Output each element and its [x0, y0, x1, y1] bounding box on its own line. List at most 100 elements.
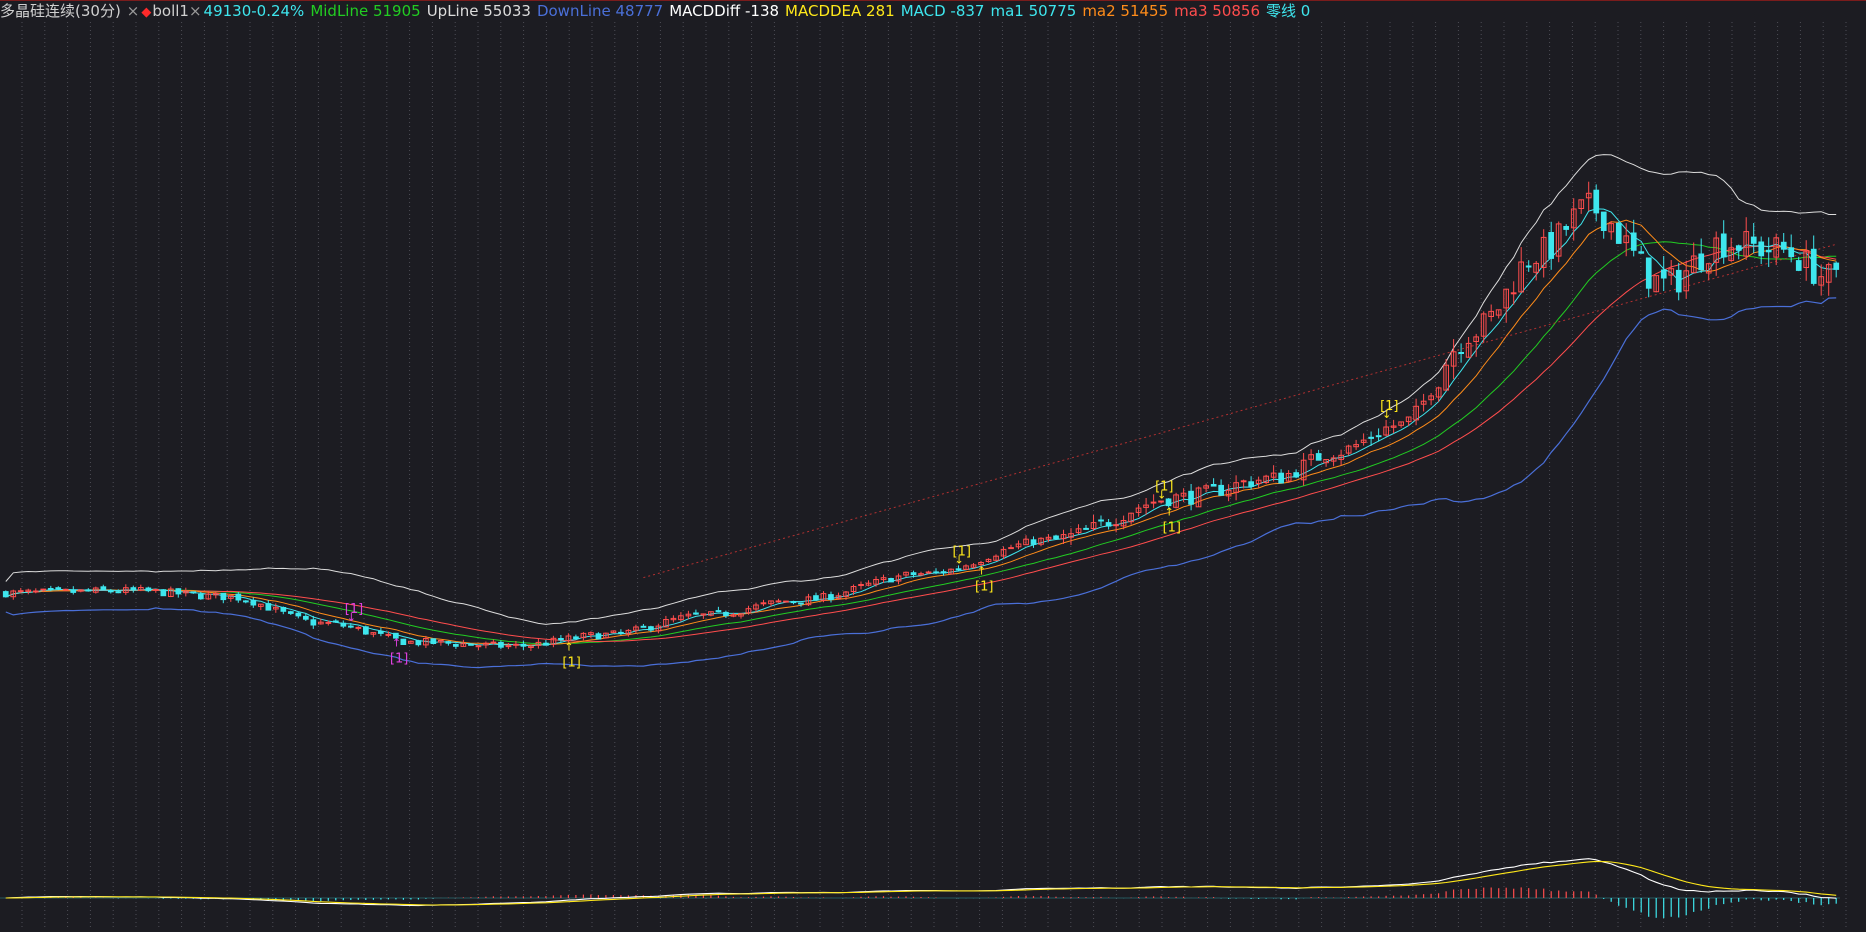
- price-chart[interactable]: [1]↓[1]↑[1]↑[1]↓[1]↑[1]↓[1]↑[1]↓: [0, 0, 1866, 932]
- candle-body: [325, 621, 332, 624]
- candle-body: [513, 643, 519, 646]
- candle-body: [303, 615, 309, 620]
- indicator-name[interactable]: boll1: [152, 2, 189, 20]
- candle-body: [1248, 481, 1255, 487]
- candle-body: [430, 638, 437, 644]
- candle-body: [1833, 262, 1840, 270]
- candle-body: [55, 587, 62, 590]
- candle-body: [243, 600, 249, 603]
- candle-body: [1675, 269, 1682, 293]
- candle-body: [1368, 436, 1375, 439]
- candle-body: [520, 643, 527, 647]
- candle-body: [355, 626, 362, 629]
- ma1-value: ma1 50775: [990, 2, 1077, 20]
- bollinger-upper-line: [5, 154, 1837, 625]
- candle-body: [1563, 226, 1570, 230]
- candle-body: [543, 642, 549, 646]
- candle-body: [1788, 247, 1795, 258]
- candle-body: [1113, 524, 1119, 527]
- indicator-header: 多晶硅连续(30分) × ◆boll1× 49130-0.24% MidLine 519…: [0, 0, 1866, 22]
- candle-body: [385, 633, 392, 636]
- candle-body: [775, 600, 782, 603]
- candle-body: [790, 601, 797, 604]
- candle-body: [1030, 539, 1037, 545]
- candle-body: [333, 620, 339, 623]
- macd-panel: [0, 858, 1840, 919]
- candle-body: [1638, 251, 1645, 254]
- candle-body: [798, 602, 804, 605]
- candle-body: [1150, 501, 1157, 504]
- signal-arrow: ↓: [1157, 489, 1166, 502]
- candle-body: [1210, 484, 1217, 487]
- candle-body: [1278, 472, 1285, 484]
- ma3-value: ma3 50856: [1174, 2, 1260, 20]
- candle-body: [378, 630, 384, 634]
- candle-body: [1083, 527, 1089, 530]
- signal-label: [1]: [975, 579, 993, 594]
- close-icon[interactable]: ×: [189, 2, 202, 20]
- candle-body: [1615, 222, 1622, 244]
- candle-body: [250, 599, 257, 606]
- candle-body: [693, 612, 699, 615]
- bollinger-lower-line: [5, 297, 1837, 669]
- ma2-value: ma2 51455: [1082, 2, 1169, 20]
- candle-body: [453, 644, 459, 647]
- candle-body: [468, 643, 474, 646]
- candle-body: [400, 638, 407, 646]
- candle-body: [1510, 292, 1517, 295]
- signal-label: [1]: [562, 655, 580, 670]
- macd-value: MACD -837: [900, 2, 985, 20]
- candle-body: [1698, 253, 1705, 271]
- candle-body: [280, 607, 287, 612]
- candle-body: [1525, 265, 1532, 268]
- candle-body: [828, 594, 834, 600]
- signal-label: [1]: [390, 652, 408, 667]
- signal-arrow: ↓: [1382, 408, 1391, 421]
- macd-dea-line: [5, 860, 1837, 906]
- candle-body: [760, 602, 767, 605]
- candle-body: [573, 636, 579, 640]
- signal-arrow: ↑: [1165, 506, 1174, 519]
- candle-body: [1008, 547, 1014, 550]
- vertical-grid: [21, 22, 1847, 930]
- candle-body: [32, 590, 39, 593]
- candle-body: [288, 611, 294, 614]
- candle-body: [340, 622, 347, 627]
- candle-body: [783, 600, 789, 603]
- candle-body: [1720, 233, 1727, 258]
- close-icon[interactable]: ×: [127, 2, 140, 20]
- candle-body: [1240, 480, 1247, 483]
- candle-body: [715, 610, 722, 613]
- candle-body: [1645, 257, 1652, 289]
- candle-body: [955, 568, 962, 571]
- signal-markers: [1]↓[1]↑[1]↑[1]↓[1]↑[1]↓[1]↑[1]↓: [345, 399, 1399, 671]
- candle-body: [1053, 535, 1059, 540]
- candle-body: [85, 589, 92, 592]
- candle-body: [310, 619, 317, 626]
- candle-body: [235, 593, 242, 601]
- zero-line-value: 零线 0: [1266, 2, 1311, 20]
- signal-arrow: ↑: [564, 640, 573, 653]
- candle-body: [910, 572, 917, 576]
- candle-body: [160, 589, 167, 597]
- signal-arrow: ↑: [392, 637, 401, 650]
- candle-body: [1735, 245, 1742, 251]
- candle-body: [40, 588, 47, 591]
- candle-body: [1660, 269, 1667, 279]
- candle-body: [640, 625, 647, 628]
- candle-body: [130, 587, 137, 591]
- candle-body: [1458, 352, 1465, 354]
- candle-body: [415, 640, 422, 646]
- candle-body: [1765, 249, 1772, 253]
- candle-body: [1780, 241, 1787, 250]
- candle-body: [925, 571, 932, 574]
- macd-diff-line: [5, 858, 1837, 907]
- macd-dea-value: MACDDEA 281: [785, 2, 895, 20]
- candle-body: [490, 641, 497, 644]
- candle-body: [498, 641, 504, 648]
- candle-body: [145, 587, 152, 592]
- candlesticks: [2, 181, 1840, 651]
- candle-body: [1315, 453, 1322, 461]
- instrument-title: 多晶硅连续(30分): [0, 2, 121, 20]
- signal-arrow: ↓: [347, 611, 356, 624]
